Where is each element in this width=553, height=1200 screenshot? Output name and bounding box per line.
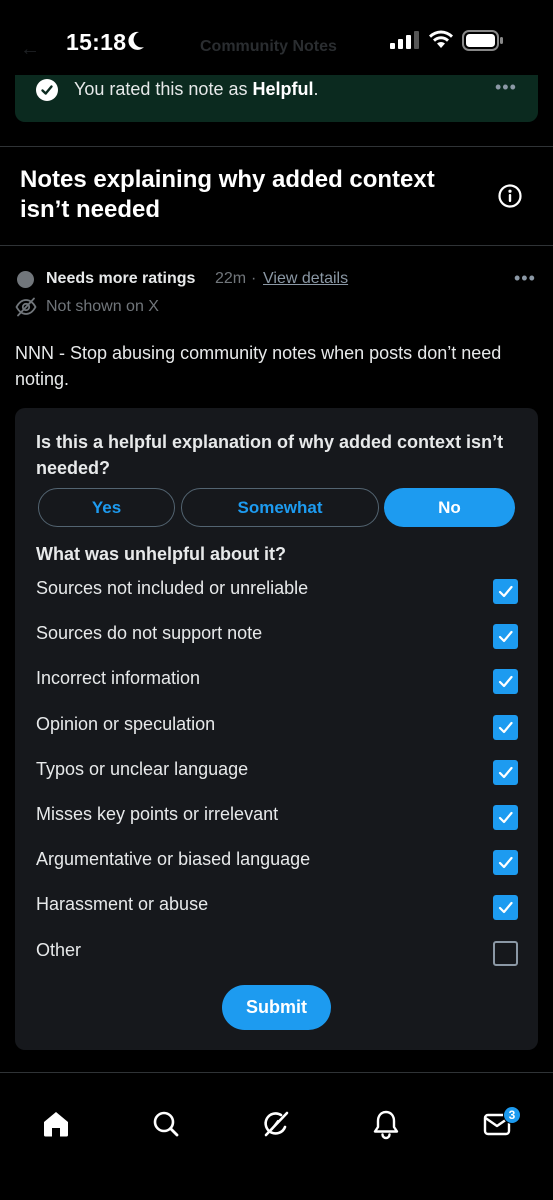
reasons-title: What was unhelpful about it? bbox=[36, 544, 286, 564]
reason-label: Typos or unclear language bbox=[36, 758, 249, 779]
messages-badge: 3 bbox=[503, 1106, 521, 1124]
checkmark-icon bbox=[498, 766, 513, 778]
rated-message-prefix: You rated this note as bbox=[74, 79, 253, 99]
checkbox-checked[interactable] bbox=[493, 579, 518, 604]
divider bbox=[0, 146, 553, 147]
rated-message: You rated this note as Helpful. bbox=[74, 79, 318, 100]
info-icon[interactable] bbox=[497, 183, 523, 209]
reason-row[interactable]: Sources not included or unreliable bbox=[15, 576, 538, 606]
status-time: 15:18 bbox=[66, 29, 127, 55]
divider bbox=[0, 245, 553, 246]
option-yes-button[interactable]: Yes bbox=[38, 488, 175, 527]
checkmark-circle-icon bbox=[36, 79, 58, 101]
checkmark-icon bbox=[498, 676, 513, 688]
note-timestamp: 22m bbox=[215, 270, 247, 287]
battery-icon bbox=[462, 30, 503, 51]
reason-row[interactable]: Other bbox=[15, 938, 538, 968]
bottom-tab-bar bbox=[0, 1072, 553, 1200]
rated-message-suffix: . bbox=[313, 79, 319, 99]
section-title: Notes explaining why added context isn’t… bbox=[20, 166, 435, 223]
header-title: Community Notes bbox=[200, 38, 337, 55]
moon-icon bbox=[128, 31, 144, 50]
wifi-icon bbox=[429, 30, 453, 48]
rating-question: Is this a helpful explanation of why add… bbox=[36, 432, 504, 478]
reason-label: Incorrect information bbox=[36, 668, 201, 689]
checkbox-checked[interactable] bbox=[493, 669, 518, 695]
cellular-signal-icon bbox=[390, 31, 419, 49]
checkmark-icon bbox=[498, 585, 513, 598]
checkmark-icon bbox=[498, 631, 513, 643]
note-visibility: Not shown on X bbox=[46, 298, 159, 315]
checkmark-icon bbox=[498, 811, 513, 824]
checkmark-icon bbox=[498, 902, 513, 914]
reason-label: Other bbox=[36, 939, 82, 960]
separator-dot: · bbox=[251, 270, 257, 287]
rated-banner: You rated this note as Helpful. ••• bbox=[15, 75, 538, 122]
reason-row[interactable]: Argumentative or biased language bbox=[15, 847, 538, 877]
rated-value: Helpful bbox=[252, 79, 314, 99]
option-somewhat-button[interactable]: Somewhat bbox=[181, 488, 379, 527]
more-options-icon[interactable]: ••• bbox=[495, 77, 517, 98]
eye-off-icon bbox=[15, 297, 37, 317]
reason-label: Sources not included or unreliable bbox=[36, 578, 309, 598]
status-dot-icon bbox=[17, 271, 34, 288]
checkmark-icon bbox=[498, 857, 513, 869]
checkbox-checked[interactable] bbox=[493, 850, 518, 876]
reason-row[interactable]: Misses key points or irrelevant bbox=[15, 802, 538, 832]
note-body: NNN - Stop abusing community notes when … bbox=[15, 343, 502, 389]
submit-button[interactable]: Submit bbox=[222, 985, 331, 1030]
reason-row[interactable]: Incorrect information bbox=[15, 666, 538, 696]
checkbox-checked[interactable] bbox=[493, 759, 518, 785]
reason-label: Misses key points or irrelevant bbox=[36, 804, 279, 824]
home-icon[interactable] bbox=[40, 1108, 72, 1140]
reason-row[interactable]: Typos or unclear language bbox=[15, 757, 538, 787]
note-more-options-icon[interactable]: ••• bbox=[514, 268, 536, 289]
checkmark-icon bbox=[498, 721, 513, 733]
checkbox-checked[interactable] bbox=[493, 805, 518, 830]
checkbox-checked[interactable] bbox=[493, 714, 518, 740]
search-icon[interactable] bbox=[150, 1108, 182, 1140]
status-bar: ← Community Notes 15:18 bbox=[0, 0, 553, 80]
reason-label: Argumentative or biased language bbox=[36, 849, 311, 870]
reason-label: Sources do not support note bbox=[36, 623, 263, 644]
grok-icon[interactable] bbox=[260, 1108, 292, 1140]
reason-label: Harassment or abuse bbox=[36, 894, 209, 915]
checkbox-checked[interactable] bbox=[493, 895, 518, 921]
back-arrow-icon[interactable]: ← bbox=[20, 38, 40, 61]
checkbox-unchecked[interactable] bbox=[493, 940, 518, 966]
reason-row[interactable]: Harassment or abuse bbox=[15, 892, 538, 922]
reason-label: Opinion or speculation bbox=[36, 713, 216, 734]
checkbox-checked[interactable] bbox=[493, 624, 518, 650]
option-no-button[interactable]: No bbox=[384, 488, 515, 527]
note-status: Needs more ratings bbox=[46, 270, 196, 287]
reason-row[interactable]: Sources do not support note bbox=[15, 621, 538, 651]
view-details-link[interactable]: View details bbox=[263, 270, 348, 288]
notifications-icon[interactable] bbox=[370, 1108, 402, 1140]
reason-row[interactable]: Opinion or speculation bbox=[15, 712, 538, 742]
rating-card: Is this a helpful explanation of why add… bbox=[15, 408, 538, 1050]
